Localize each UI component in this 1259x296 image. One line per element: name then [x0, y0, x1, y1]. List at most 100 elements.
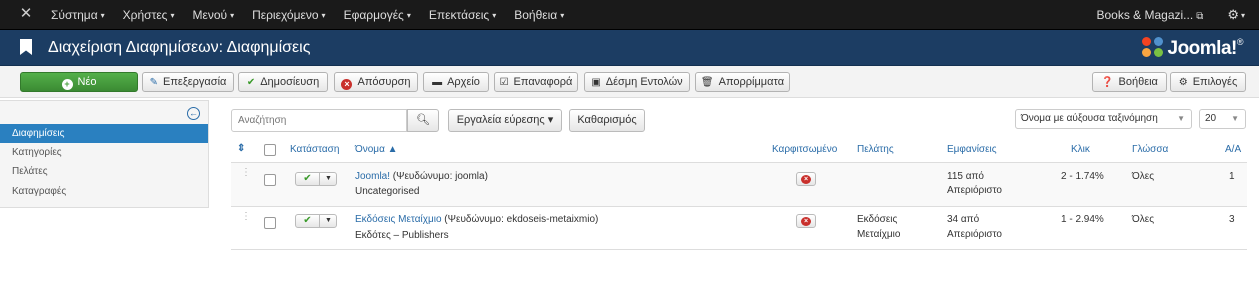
options-button[interactable]: ⚙ Επιλογές — [1170, 72, 1246, 92]
menu-system[interactable]: Σύστημα ▾ — [42, 0, 114, 30]
archive-icon: ▬ — [432, 77, 443, 88]
id-cell: 3 — [1229, 214, 1235, 225]
sort-order-icon[interactable]: ⇕ — [237, 143, 245, 154]
select-arrow-icon: ▼ — [1231, 114, 1239, 123]
ordering-value: Όνομα με αύξουσα ταξινόμηση — [1021, 113, 1158, 124]
plus-icon: + — [61, 79, 73, 90]
status-toggle[interactable]: ✔ ▼ — [295, 214, 337, 228]
pinned-toggle[interactable]: × — [796, 214, 816, 228]
page-title: Διαχείριση Διαφημίσεων: Διαφημίσεις — [48, 39, 311, 56]
ordering-select[interactable]: Όνομα με αύξουσα ταξινόμηση ▼ — [1015, 109, 1192, 129]
select-arrow-icon: ▼ — [1177, 114, 1185, 123]
edit-button[interactable]: ✎ Επεξεργασία — [142, 72, 234, 92]
toolbar: + Νέο ✎ Επεξεργασία ✔ Δημοσίευση × Απόσυρση … — [0, 66, 1259, 98]
menu-label: Εφαρμογές — [343, 8, 404, 22]
menu-extensions[interactable]: Επεκτάσεις ▾ — [420, 0, 505, 30]
drag-handle-icon[interactable]: ⋮ — [241, 168, 251, 178]
limit-value: 20 — [1205, 113, 1217, 124]
column-status[interactable]: Κατάσταση — [290, 144, 339, 155]
brand-registered: ® — [1236, 36, 1244, 47]
help-button[interactable]: ❓ Βοήθεια — [1092, 72, 1167, 92]
archive-button[interactable]: ▬ Αρχείο — [423, 72, 489, 92]
limit-select[interactable]: 20 ▼ — [1199, 109, 1246, 129]
banner-name-link[interactable]: Joomla! — [355, 171, 390, 182]
select-all-checkbox[interactable] — [264, 144, 276, 156]
row-checkbox[interactable] — [264, 174, 276, 186]
menu-menus[interactable]: Μενού ▾ — [183, 0, 243, 30]
published-check-icon[interactable]: ✔ — [296, 215, 320, 227]
status-toggle[interactable]: ✔ ▼ — [295, 172, 337, 186]
site-link[interactable]: Books & Magazi... ⧉ — [1096, 8, 1203, 22]
column-clicks[interactable]: Κλικ — [1071, 144, 1090, 155]
drag-handle-icon[interactable]: ⋮ — [241, 212, 251, 222]
impressions-cell-limit: Απεριόριστο — [947, 185, 1002, 196]
sidebar: ← Διαφημίσεις Κατηγορίες Πελάτες Καταγρα… — [0, 100, 209, 208]
button-label: Επαναφορά — [513, 76, 573, 88]
menu-label: Βοήθεια — [514, 8, 558, 22]
site-name: Books & Magazi... — [1096, 8, 1194, 22]
column-impressions[interactable]: Εμφανίσεις — [947, 144, 997, 155]
main-menu: Σύστημα ▾ Χρήστες ▾ Μενού ▾ Περιεχόμενο ▾ Εφ… — [42, 0, 573, 30]
banner-category: Εκδότες – Publishers — [355, 230, 449, 241]
batch-button[interactable]: ▣ Δέσμη Εντολών — [584, 72, 690, 92]
user-menu[interactable]: ⚙ ▾ — [1227, 7, 1245, 23]
sidebar-item-categories[interactable]: Κατηγορίες — [0, 143, 208, 162]
unpinned-icon: × — [801, 175, 811, 184]
sidebar-item-tracks[interactable]: Καταγραφές — [0, 182, 208, 201]
joomla-logo-icon[interactable]: ✕ — [18, 6, 34, 22]
publish-button[interactable]: ✔ Δημοσίευση — [238, 72, 328, 92]
search-tools-button[interactable]: Εργαλεία εύρεσης ▾ — [448, 109, 562, 132]
id-cell: 1 — [1229, 171, 1235, 182]
caret-down-icon[interactable]: ▼ — [321, 215, 336, 227]
menu-label: Μενού — [192, 8, 228, 22]
external-link-icon: ⧉ — [1196, 11, 1204, 22]
trash-button[interactable]: 🗑 Απορρίμματα — [695, 72, 790, 92]
published-check-icon[interactable]: ✔ — [296, 173, 320, 185]
caret-down-icon: ▾ — [100, 11, 105, 20]
clicks-cell: 2 - 1.74% — [1061, 171, 1104, 182]
column-client[interactable]: Πελάτης — [857, 144, 894, 155]
pinned-toggle[interactable]: × — [796, 172, 816, 186]
navbar-right: Books & Magazi... ⧉ ⚙ ▾ — [1096, 0, 1245, 30]
button-label: Απορρίμματα — [718, 76, 785, 88]
client-cell: Εκδόσεις — [857, 214, 898, 225]
row-checkbox[interactable] — [264, 217, 276, 229]
column-id[interactable]: Α/Α — [1225, 144, 1241, 155]
sidebar-item-banners[interactable]: Διαφημίσεις — [0, 124, 208, 143]
menu-label: Επεκτάσεις — [428, 8, 490, 22]
banner-alias: (Ψευδώνυμο: ekdoseis-metaixmio) — [441, 214, 599, 225]
search-input[interactable] — [231, 109, 407, 132]
table-row: ⋮ ✔ ▼ Joomla! (Ψευδώνυμο: joomla) Uncate… — [231, 163, 1247, 206]
bookmark-icon — [20, 39, 32, 55]
impressions-cell-limit: Απεριόριστο — [947, 229, 1002, 240]
edit-icon: ✎ — [149, 77, 158, 88]
checkin-icon: ☑ — [499, 77, 509, 88]
column-language[interactable]: Γλώσσα — [1132, 144, 1168, 155]
unpublish-icon: × — [341, 79, 353, 90]
search-icon: 🔍︎ — [416, 114, 430, 126]
menu-help[interactable]: Βοήθεια ▾ — [505, 0, 573, 30]
banner-name-cell: Εκδόσεις Μεταίχμιο (Ψευδώνυμο: ekdoseis-… — [355, 212, 598, 227]
gear-icon: ⚙ — [1227, 7, 1239, 22]
new-button[interactable]: + Νέο — [20, 72, 138, 92]
client-cell-line2: Μεταίχμιο — [857, 229, 901, 240]
caret-down-icon: ▾ — [1240, 11, 1245, 20]
column-pinned[interactable]: Καρφιτσωμένο — [772, 144, 837, 155]
button-label: Επεξεργασία — [163, 76, 227, 88]
caret-down-icon[interactable]: ▼ — [321, 173, 336, 185]
menu-users[interactable]: Χρήστες ▾ — [114, 0, 184, 30]
caret-down-icon: ▾ — [230, 11, 235, 20]
check-icon: ✔ — [246, 77, 256, 88]
menu-content[interactable]: Περιεχόμενο ▾ — [243, 0, 334, 30]
banner-name-link[interactable]: Εκδόσεις Μεταίχμιο — [355, 214, 442, 225]
button-label: Νέο — [77, 76, 97, 88]
column-name[interactable]: Όνομα ▲ — [355, 144, 398, 155]
search-button[interactable]: 🔍︎ — [407, 109, 439, 132]
unpublish-button[interactable]: × Απόσυρση — [334, 72, 418, 92]
sidebar-item-clients[interactable]: Πελάτες — [0, 162, 208, 181]
checkin-button[interactable]: ☑ Επαναφορά — [494, 72, 578, 92]
clear-button[interactable]: Καθαρισμός — [569, 109, 645, 132]
top-navbar: ✕ Σύστημα ▾ Χρήστες ▾ Μενού ▾ Περιεχόμενο ▾ … — [0, 0, 1259, 30]
collapse-sidebar-icon[interactable]: ← — [187, 107, 200, 120]
menu-components[interactable]: Εφαρμογές ▾ — [335, 0, 420, 30]
